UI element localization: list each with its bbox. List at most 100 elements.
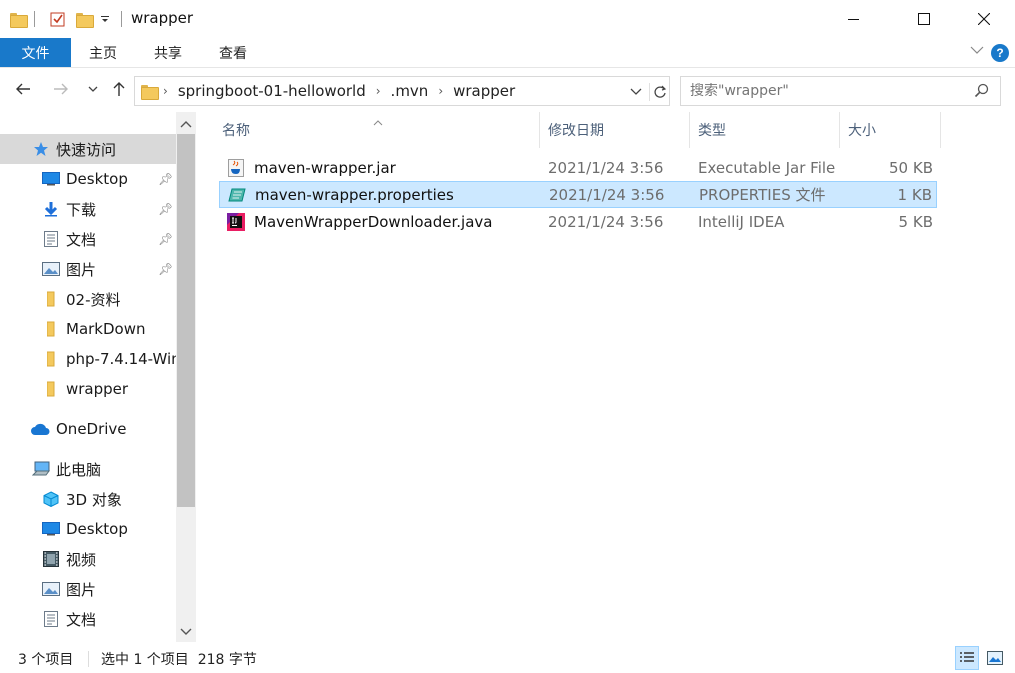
nav-item-label: 快速访问 — [56, 140, 117, 159]
download-icon — [42, 201, 60, 217]
nav-item-label: 图片 — [66, 260, 97, 279]
new-folder-quick-access-icon[interactable] — [76, 10, 94, 28]
nav-item-label: 文档 — [66, 230, 97, 249]
nav-item-folder-php[interactable]: php-7.4.14-Win — [0, 344, 176, 374]
file-type: IntelliJ IDEA — [698, 212, 785, 231]
status-separator — [88, 651, 89, 667]
nav-item-pictures[interactable]: 图片 📌︎ — [0, 254, 176, 284]
nav-scrollbar[interactable] — [176, 112, 196, 642]
file-row-selected[interactable]: maven-wrapper.properties 2021/1/24 3:56 … — [219, 181, 937, 208]
nav-item-label: 3D 对象 — [66, 490, 122, 509]
file-row[interactable]: maven-wrapper.jar 2021/1/24 3:56 Executa… — [219, 154, 937, 181]
status-bar: 3 个项目 选中 1 个项目 218 字节 — [0, 642, 1015, 673]
file-size: 1 KB — [897, 185, 932, 204]
file-date: 2021/1/24 3:56 — [548, 212, 664, 231]
nav-item-label: 此电脑 — [56, 460, 102, 479]
nav-item-downloads[interactable]: 下载 📌︎ — [0, 194, 176, 224]
search-input[interactable] — [690, 83, 970, 99]
file-date: 2021/1/24 3:56 — [548, 158, 664, 177]
folder-icon — [135, 84, 163, 100]
tab-view[interactable]: 查看 — [210, 38, 256, 67]
minimize-button[interactable] — [831, 0, 877, 38]
properties-file-icon — [228, 186, 246, 204]
maximize-icon — [918, 13, 930, 25]
column-header-size[interactable]: 大小 — [840, 112, 941, 148]
pin-icon: 📌︎ — [158, 202, 174, 216]
pin-icon: 📌︎ — [158, 232, 174, 246]
large-icons-view-icon — [987, 651, 1003, 665]
refresh-button[interactable] — [649, 83, 669, 101]
nav-item-onedrive[interactable]: OneDrive — [0, 414, 176, 444]
file-name: MavenWrapperDownloader.java — [254, 212, 493, 231]
scroll-up-button[interactable] — [180, 117, 192, 133]
chevron-right-icon: › — [438, 84, 444, 98]
nav-item-desktop-pc[interactable]: Desktop — [0, 514, 176, 544]
scroll-down-button[interactable] — [180, 625, 192, 641]
jar-file-icon — [227, 158, 245, 177]
search-icon[interactable] — [974, 83, 990, 103]
nav-item-label: 下载 — [66, 200, 97, 219]
column-header-date[interactable]: 修改日期 — [540, 112, 690, 148]
file-name: maven-wrapper.properties — [255, 185, 454, 204]
scroll-thumb[interactable] — [177, 134, 195, 507]
file-date: 2021/1/24 3:56 — [549, 185, 665, 204]
forward-button[interactable] — [52, 80, 70, 103]
folder-icon — [42, 351, 60, 367]
recent-locations-button[interactable] — [87, 80, 99, 103]
desktop-icon — [42, 171, 60, 187]
nav-item-documents[interactable]: 文档 📌︎ — [0, 224, 176, 254]
maximize-button[interactable] — [901, 0, 947, 38]
computer-icon — [32, 461, 50, 477]
nav-item-pictures-pc[interactable]: 图片 — [0, 574, 176, 604]
tab-file[interactable]: 文件 — [0, 38, 71, 67]
collapse-ribbon-button[interactable] — [970, 44, 984, 58]
nav-item-desktop[interactable]: Desktop 📌︎ — [0, 164, 176, 194]
details-view-icon — [960, 652, 974, 662]
separator — [34, 10, 35, 28]
minimize-icon — [848, 19, 859, 20]
details-view-button[interactable] — [955, 646, 979, 670]
file-type: PROPERTIES 文件 — [699, 186, 826, 204]
address-dropdown-button[interactable] — [629, 84, 643, 102]
chevron-down-icon — [180, 628, 192, 635]
refresh-icon — [653, 85, 666, 98]
nav-item-label: Desktop — [66, 170, 128, 188]
back-button[interactable] — [14, 80, 32, 103]
cloud-icon — [30, 421, 50, 437]
nav-item-label: MarkDown — [66, 320, 146, 338]
column-header-type[interactable]: 类型 — [690, 112, 840, 148]
nav-item-folder-wrapper[interactable]: wrapper — [0, 374, 176, 404]
folder-icon — [10, 10, 28, 28]
help-button[interactable]: ? — [991, 44, 1009, 62]
breadcrumb-mvn[interactable]: .mvn — [391, 82, 429, 100]
nav-item-3d-objects[interactable]: 3D 对象 — [0, 484, 176, 514]
up-button[interactable] — [110, 80, 128, 103]
nav-item-folder-markdown[interactable]: MarkDown — [0, 314, 176, 344]
nav-item-documents-pc[interactable]: 文档 — [0, 604, 176, 634]
document-icon — [42, 231, 60, 247]
video-icon — [42, 551, 60, 567]
close-button[interactable] — [961, 0, 1007, 38]
back-arrow-icon — [16, 83, 30, 95]
separator — [121, 10, 122, 28]
chevron-right-icon: › — [163, 84, 168, 98]
large-icons-view-button[interactable] — [983, 646, 1007, 670]
file-name: maven-wrapper.jar — [254, 158, 396, 177]
column-header-name[interactable]: 名称 — [214, 112, 540, 148]
customize-quick-access-icon[interactable] — [100, 10, 110, 28]
nav-item-quick-access[interactable]: 快速访问 — [0, 134, 176, 164]
search-box[interactable] — [680, 76, 1001, 106]
breadcrumb-springboot[interactable]: springboot-01-helloworld — [178, 82, 366, 100]
file-row[interactable]: MavenWrapperDownloader.java 2021/1/24 3:… — [219, 208, 937, 235]
nav-item-this-pc[interactable]: 此电脑 — [0, 454, 176, 484]
nav-item-label: OneDrive — [56, 420, 127, 438]
up-arrow-icon — [113, 82, 125, 96]
nav-item-videos[interactable]: 视频 — [0, 544, 176, 574]
breadcrumb-wrapper[interactable]: wrapper — [453, 82, 515, 100]
properties-quick-access-icon[interactable] — [50, 10, 66, 28]
nav-item-folder-02[interactable]: 02-资料 — [0, 284, 176, 314]
close-icon — [978, 13, 990, 25]
address-bar[interactable]: › springboot-01-helloworld › .mvn › wrap… — [134, 76, 670, 106]
tab-share[interactable]: 共享 — [145, 38, 191, 67]
tab-home[interactable]: 主页 — [80, 38, 126, 67]
